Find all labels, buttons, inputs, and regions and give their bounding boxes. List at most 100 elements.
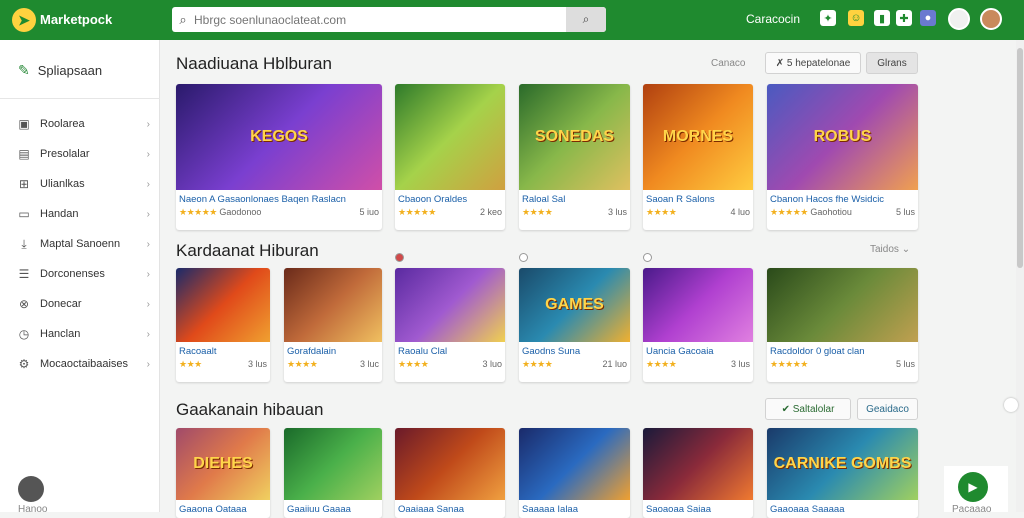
puzzle-icon[interactable]: ✦ bbox=[820, 10, 836, 26]
game-card[interactable]: Uancia Gacoaia ★★★★ 3 lus bbox=[643, 268, 753, 382]
star-rating: ★★★★★ bbox=[770, 359, 808, 369]
game-card[interactable]: Saaaaa Ialaa bbox=[519, 428, 630, 518]
bottom-right-label: Pacaaao bbox=[952, 504, 992, 515]
game-title[interactable]: Cbaoon Oraldes bbox=[395, 190, 505, 205]
section-link[interactable]: Canaco bbox=[711, 58, 745, 69]
search-input[interactable] bbox=[194, 12, 564, 27]
sort-dropdown[interactable]: Taidos ⌄ bbox=[870, 244, 910, 255]
game-card[interactable]: MORNES Saoan R Salons ★★★★ 4 luo bbox=[643, 84, 753, 230]
details-button[interactable]: Geaidaco bbox=[857, 398, 918, 420]
gift-icon[interactable]: ✚ bbox=[896, 10, 912, 26]
game-title[interactable]: Uancia Gacoaia bbox=[643, 342, 753, 357]
game-price: 5 lus bbox=[895, 359, 915, 369]
sidebar-item-label: Mocaoctaibaaises bbox=[40, 358, 129, 370]
search-button[interactable]: ⌕ bbox=[566, 7, 606, 32]
game-thumbnail[interactable]: DIEHES bbox=[176, 428, 270, 500]
game-thumbnail[interactable] bbox=[643, 428, 753, 500]
game-thumbnail[interactable]: ROBUS bbox=[767, 84, 918, 190]
game-card[interactable]: Racoaalt ★★★ 3 lus bbox=[176, 268, 270, 382]
sidebar-item-3[interactable]: ⊞ Ulianlkas › bbox=[16, 174, 156, 194]
game-title[interactable]: Gaaoaaa Saaaaa bbox=[767, 500, 918, 515]
game-title[interactable]: Gaaiiuu Gaaaa bbox=[284, 500, 382, 515]
filter-button[interactable]: ✗ 5 hepatelonae bbox=[765, 52, 861, 74]
sidebar-item-1[interactable]: ▣ Roolarea › bbox=[16, 114, 156, 134]
sidebar-item-label: Roolarea bbox=[40, 118, 85, 130]
game-price: 5 iuo bbox=[359, 207, 379, 217]
game-thumbnail[interactable] bbox=[284, 428, 382, 500]
brand-logo-icon[interactable]: ➤ bbox=[12, 8, 36, 32]
sidebar-item-4[interactable]: ▭ Handan › bbox=[16, 204, 156, 224]
game-price: 3 lus bbox=[247, 359, 267, 369]
game-thumbnail[interactable] bbox=[519, 428, 630, 500]
sidebar-item-6[interactable]: ☰ Dorconenses › bbox=[16, 264, 156, 284]
bell-icon[interactable]: ● bbox=[920, 10, 936, 26]
top-nav-link[interactable]: Caracocin bbox=[746, 12, 800, 26]
game-price: 5 lus bbox=[895, 207, 915, 217]
game-card[interactable]: Raoalu Clal ★★★★ 3 luo bbox=[395, 268, 505, 382]
sidebar-item-7[interactable]: ⊗ Donecar › bbox=[16, 294, 156, 314]
section-title-featured: Naadiuana Hblburan bbox=[176, 54, 332, 73]
sidebar-item-5[interactable]: ⤓ Maptal Sanoenn › bbox=[16, 234, 156, 254]
game-card[interactable]: Gaaiiuu Gaaaa bbox=[284, 428, 382, 518]
game-thumbnail[interactable] bbox=[395, 428, 505, 500]
chat-icon[interactable]: ☺ bbox=[848, 10, 864, 26]
game-meta: ★★★★ 3 luo bbox=[395, 357, 505, 370]
sidebar-item-8[interactable]: ◷ Hanclan › bbox=[16, 324, 156, 344]
game-thumbnail[interactable] bbox=[643, 268, 753, 342]
brand-name[interactable]: Marketpock bbox=[40, 12, 112, 27]
game-card[interactable]: KEGOS Naeon A Gasaonlonaes Baqen Raslacn… bbox=[176, 84, 382, 230]
game-card[interactable]: Cbaoon Oraldes ★★★★★ 2 keo bbox=[395, 84, 505, 230]
game-title[interactable]: Gaaona Oataaa bbox=[176, 500, 270, 515]
game-thumbnail[interactable]: GAMES bbox=[519, 268, 630, 342]
game-thumbnail[interactable] bbox=[284, 268, 382, 342]
sidebar-item-2[interactable]: ▤ Presolalar › bbox=[16, 144, 156, 164]
play-icon[interactable]: ▶ bbox=[958, 472, 988, 502]
game-thumbnail[interactable] bbox=[767, 268, 918, 342]
game-thumbnail[interactable]: CARNIKE GOMBS bbox=[767, 428, 918, 500]
game-title[interactable]: Cbanon Hacos fhe Wsidcic bbox=[767, 190, 918, 205]
game-title[interactable]: Raloal Sal bbox=[519, 190, 630, 205]
game-title[interactable]: Racdoldor 0 gloat clan bbox=[767, 342, 918, 357]
star-rating: ★★★★★ bbox=[398, 207, 436, 217]
scrollbar-thumb[interactable] bbox=[1017, 48, 1023, 268]
avatar[interactable] bbox=[980, 8, 1002, 30]
sidebar-heading[interactable]: ✎ Spliapsaan bbox=[18, 62, 102, 79]
game-thumbnail[interactable] bbox=[176, 268, 270, 342]
game-price: 4 luo bbox=[730, 207, 750, 217]
game-title[interactable]: Oaaiaaa Sanaa bbox=[395, 500, 505, 515]
search-box[interactable]: ⌕ ⌕ bbox=[172, 7, 606, 32]
game-card[interactable]: Oaaiaaa Sanaa bbox=[395, 428, 505, 518]
game-card[interactable]: Gorafdalain ★★★★ 3 luc bbox=[284, 268, 382, 382]
select-button[interactable]: ✔ Saltalolar bbox=[765, 398, 851, 420]
game-card[interactable]: ROBUS Cbanon Hacos fhe Wsidcic ★★★★★ Gao… bbox=[767, 84, 918, 230]
game-card[interactable]: CARNIKE GOMBS Gaaoaaa Saaaaa bbox=[767, 428, 918, 518]
game-card[interactable]: DIEHES Gaaona Oataaa bbox=[176, 428, 270, 518]
game-title[interactable]: Gaodns Suna bbox=[519, 342, 630, 357]
sidebar-item-9[interactable]: ⚙ Mocaoctaibaaises › bbox=[16, 354, 156, 374]
game-title[interactable]: Saaaaa Ialaa bbox=[519, 500, 630, 515]
sort-button[interactable]: Glrans bbox=[866, 52, 918, 74]
cat-avatar-icon[interactable] bbox=[948, 8, 970, 30]
game-card[interactable]: Saoaoaa Saiaa bbox=[643, 428, 753, 518]
game-title[interactable]: Raoalu Clal bbox=[395, 342, 505, 357]
game-card[interactable]: Racdoldor 0 gloat clan ★★★★★ 5 lus bbox=[767, 268, 918, 382]
scroll-handle[interactable] bbox=[1004, 398, 1018, 412]
game-title[interactable]: Saoan R Salons bbox=[643, 190, 753, 205]
game-title[interactable]: Saoaoaa Saiaa bbox=[643, 500, 753, 515]
bottom-left-label: Hanoo bbox=[18, 504, 48, 515]
bookmark-icon[interactable]: ▮ bbox=[874, 10, 890, 26]
game-title[interactable]: Gorafdalain bbox=[284, 342, 382, 357]
home-icon[interactable] bbox=[18, 476, 44, 502]
game-title[interactable]: Racoaalt bbox=[176, 342, 270, 357]
game-thumbnail[interactable]: SONEDAS bbox=[519, 84, 630, 190]
game-title[interactable]: Naeon A Gasaonlonaes Baqen Raslacn bbox=[176, 190, 382, 205]
game-thumbnail[interactable]: KEGOS bbox=[176, 84, 382, 190]
star-rating: ★★★★ bbox=[287, 359, 318, 369]
game-card[interactable]: SONEDAS Raloal Sal ★★★★ 3 lus bbox=[519, 84, 630, 230]
game-thumbnail[interactable] bbox=[395, 84, 505, 190]
sort-label: Taidos bbox=[870, 244, 899, 255]
game-thumbnail[interactable] bbox=[395, 268, 505, 342]
chevron-right-icon: › bbox=[146, 178, 150, 190]
game-card[interactable]: GAMES Gaodns Suna ★★★★ 21 luo bbox=[519, 268, 630, 382]
game-thumbnail[interactable]: MORNES bbox=[643, 84, 753, 190]
